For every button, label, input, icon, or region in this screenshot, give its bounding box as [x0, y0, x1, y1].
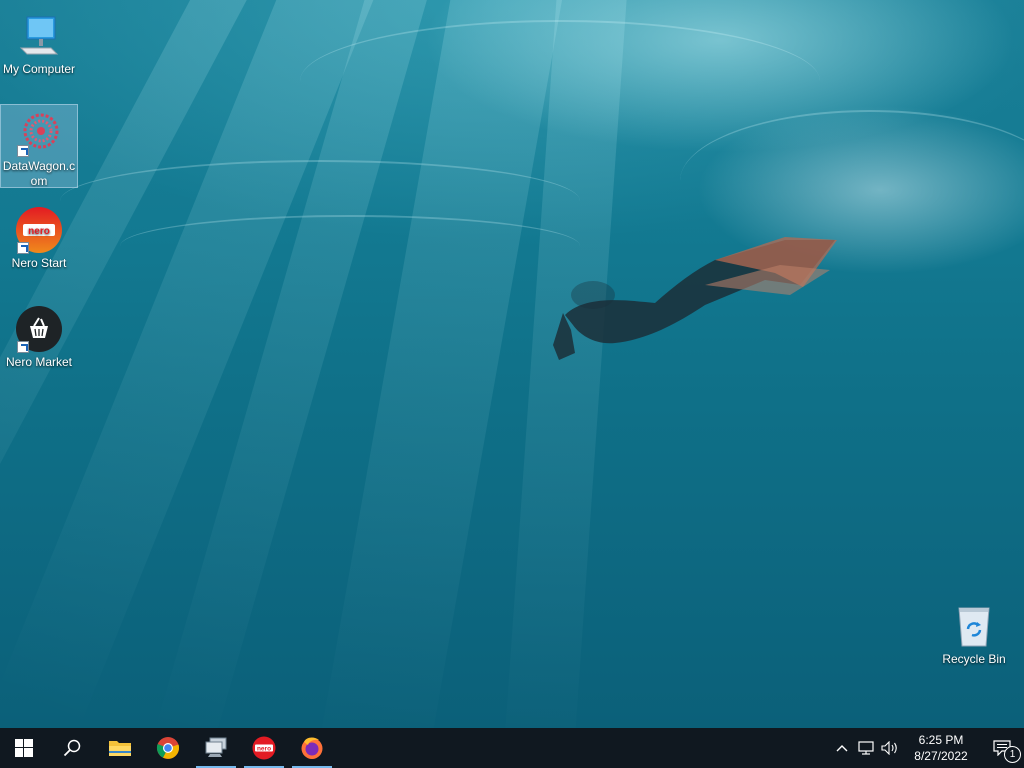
- chrome-icon: [156, 737, 180, 759]
- wave-line: [120, 215, 580, 277]
- desktop-icon-nero-start[interactable]: nero Nero Start: [1, 202, 77, 271]
- computer-icon: [15, 12, 63, 60]
- nero-button[interactable]: nero: [240, 728, 288, 768]
- shortcut-arrow-icon: [17, 242, 29, 254]
- system-tray: 6:25 PM 8/27/2022 1: [830, 728, 1024, 768]
- desktop-icon-label: DataWagon.com: [2, 159, 76, 188]
- desktop-background: My Computer DataWagon.com nero Nero Star…: [0, 0, 1024, 728]
- volume-button[interactable]: [878, 728, 902, 768]
- nero-icon: nero: [252, 736, 276, 760]
- desktop-icon-label: Recycle Bin: [942, 652, 1006, 666]
- notification-count-badge: 1: [1004, 746, 1021, 763]
- clock[interactable]: 6:25 PM 8/27/2022: [902, 728, 980, 768]
- search-icon: [63, 739, 81, 757]
- windows-logo-icon: [15, 739, 33, 757]
- swimmer-figure: [553, 237, 837, 360]
- speaker-icon: [881, 741, 897, 755]
- datawagon-icon: [15, 109, 63, 157]
- desktop-icon-my-computer[interactable]: My Computer: [1, 8, 77, 77]
- computers-icon: [205, 737, 227, 757]
- shortcut-arrow-icon: [17, 341, 29, 353]
- clock-date: 8/27/2022: [914, 749, 968, 763]
- network-button[interactable]: [854, 728, 878, 768]
- desktop-icon-datawagon[interactable]: DataWagon.com: [0, 104, 78, 188]
- firefox-icon: [301, 737, 323, 759]
- file-explorer-button[interactable]: [96, 728, 144, 768]
- recycle-bin-icon: [950, 602, 998, 650]
- network-icon: [858, 741, 874, 755]
- svg-text:nero: nero: [257, 746, 271, 753]
- action-center-button[interactable]: 1: [980, 728, 1024, 768]
- shortcut-arrow-icon: [17, 145, 29, 157]
- chevron-up-icon: [836, 745, 848, 752]
- desktop-icon-label: My Computer: [2, 62, 76, 76]
- chrome-button[interactable]: [144, 728, 192, 768]
- wave-line: [300, 20, 820, 142]
- search-button[interactable]: [48, 728, 96, 768]
- start-button[interactable]: [0, 728, 48, 768]
- network-app-button[interactable]: [192, 728, 240, 768]
- folder-icon: [109, 741, 131, 756]
- nero-market-icon: [15, 305, 63, 353]
- firefox-button[interactable]: [288, 728, 336, 768]
- clock-time: 6:25 PM: [918, 733, 964, 747]
- desktop-icon-label: Nero Market: [5, 355, 73, 369]
- nero-start-icon: nero: [15, 206, 63, 254]
- show-hidden-icons-button[interactable]: [830, 728, 854, 768]
- svg-text:nero: nero: [28, 226, 50, 237]
- desktop-icon-label: Nero Start: [11, 256, 67, 270]
- taskbar: nero 6:25 PM 8/27/2022 1: [0, 728, 1024, 768]
- desktop-icon-nero-market[interactable]: Nero Market: [1, 301, 77, 370]
- desktop-icon-recycle-bin[interactable]: Recycle Bin: [936, 598, 1012, 667]
